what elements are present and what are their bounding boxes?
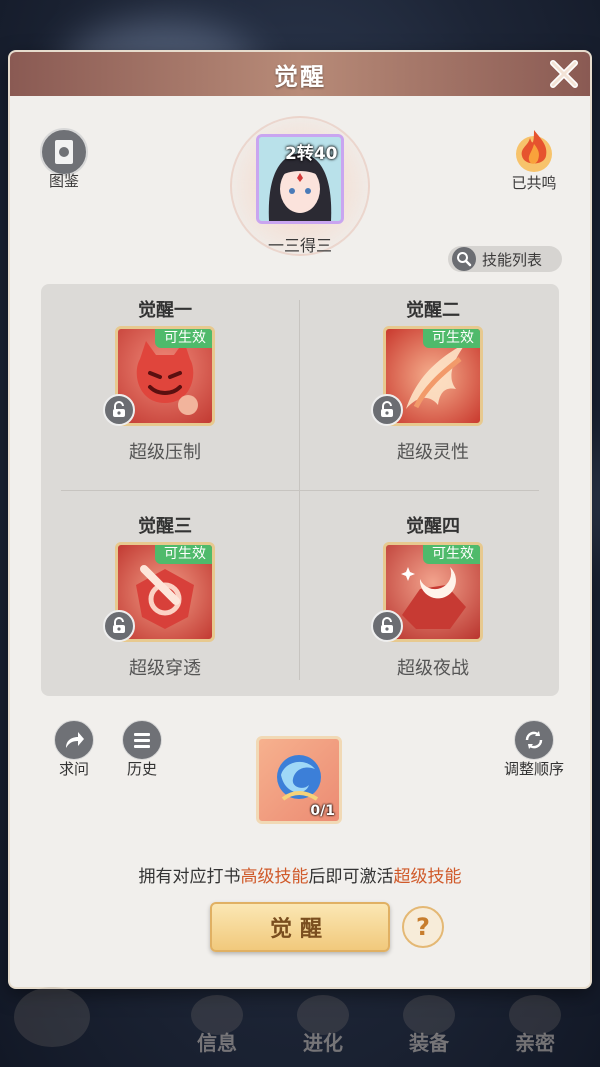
awakening-slot-2[interactable]: 觉醒二 可生效 超级灵性	[333, 284, 533, 474]
flame-icon	[508, 124, 560, 176]
divider	[61, 490, 539, 491]
awakening-slot-3[interactable]: 觉醒三 可生效 超级穿透	[65, 500, 265, 690]
lock-icon	[103, 394, 135, 426]
lock-icon	[371, 610, 403, 642]
hero-avatar[interactable]: 2转40	[256, 134, 344, 224]
back-icon[interactable]	[14, 987, 90, 1047]
skill-list-label: 技能列表	[482, 250, 543, 269]
active-badge: 可生效	[155, 545, 212, 564]
ask-button[interactable]: 求问	[44, 720, 104, 779]
hint-text: 后即可激活	[308, 867, 394, 887]
refresh-icon	[514, 720, 554, 760]
book-icon	[40, 128, 88, 176]
hero-name: 一三得三	[267, 236, 332, 255]
handbook-button[interactable]: 图鉴	[34, 128, 94, 191]
hint-highlight: 超级技能	[393, 867, 462, 887]
active-badge: 可生效	[423, 545, 480, 564]
skill-name: 超级夜战	[397, 658, 469, 679]
hero-level: 2转40	[285, 144, 338, 164]
active-badge: 可生效	[423, 329, 480, 348]
share-arrow-icon	[54, 720, 94, 760]
awakening-slot-1[interactable]: 觉醒一 可生效 超级压制	[65, 284, 265, 474]
reorder-button[interactable]: 调整顺序	[497, 720, 571, 779]
help-button[interactable]: ?	[402, 906, 444, 948]
title-bar: 觉醒	[10, 52, 590, 96]
search-icon	[452, 247, 476, 271]
item-count: 0/1	[310, 803, 335, 819]
nav-label: 进化	[303, 1031, 343, 1055]
history-button[interactable]: 历史	[112, 720, 172, 779]
nav-label: 信息	[197, 1031, 237, 1055]
nav-tab-evolve[interactable]: 进化	[278, 995, 368, 1056]
nav-tab-info[interactable]: 信息	[172, 995, 262, 1056]
nav-label: 装备	[409, 1031, 449, 1055]
slot-title: 觉醒二	[406, 300, 460, 321]
skill-name: 超级压制	[129, 442, 201, 463]
list-icon	[122, 720, 162, 760]
handbook-label: 图鉴	[48, 172, 79, 190]
active-badge: 可生效	[155, 329, 212, 348]
skill-name: 超级穿透	[129, 658, 201, 679]
resonated-label: 已共鸣	[511, 174, 557, 192]
hint-text: 拥有对应打书	[138, 867, 241, 887]
close-icon	[550, 60, 578, 88]
slot-title: 觉醒一	[138, 300, 192, 321]
ask-label: 求问	[58, 760, 89, 778]
skill-list-button[interactable]: 技能列表	[448, 246, 562, 272]
slot-title: 觉醒四	[406, 516, 460, 537]
awakening-item-slot[interactable]: 0/1	[256, 736, 342, 824]
awakening-dialog: 觉醒 图鉴 已共鸣 2转40 一三得三 技能列表 觉醒一 可生效 超级压制 觉醒…	[10, 52, 590, 987]
dialog-title: 觉醒	[274, 62, 326, 91]
slot-title: 觉醒三	[138, 516, 192, 537]
lock-icon	[371, 394, 403, 426]
nav-label: 亲密	[515, 1031, 555, 1055]
awakening-grid: 觉醒一 可生效 超级压制 觉醒二 可生效 超级灵性 觉醒三 可生效 超级穿透 觉…	[41, 284, 559, 696]
awaken-button[interactable]: 觉醒	[210, 902, 390, 952]
reorder-label: 调整顺序	[503, 760, 564, 778]
bottom-nav: 信息 进化 装备 亲密	[0, 987, 600, 1067]
history-label: 历史	[126, 760, 157, 778]
skill-name: 超级灵性	[397, 442, 469, 463]
close-button[interactable]	[544, 54, 584, 94]
nav-tab-equipment[interactable]: 装备	[384, 995, 474, 1056]
hint-highlight: 高级技能	[240, 867, 309, 887]
awakening-slot-4[interactable]: 觉醒四 可生效 超级夜战	[333, 500, 533, 690]
lock-icon	[103, 610, 135, 642]
nav-tab-intimacy[interactable]: 亲密	[490, 995, 580, 1056]
resonated-button[interactable]: 已共鸣	[504, 124, 564, 193]
activation-hint: 拥有对应打书高级技能后即可激活超级技能	[10, 862, 590, 887]
